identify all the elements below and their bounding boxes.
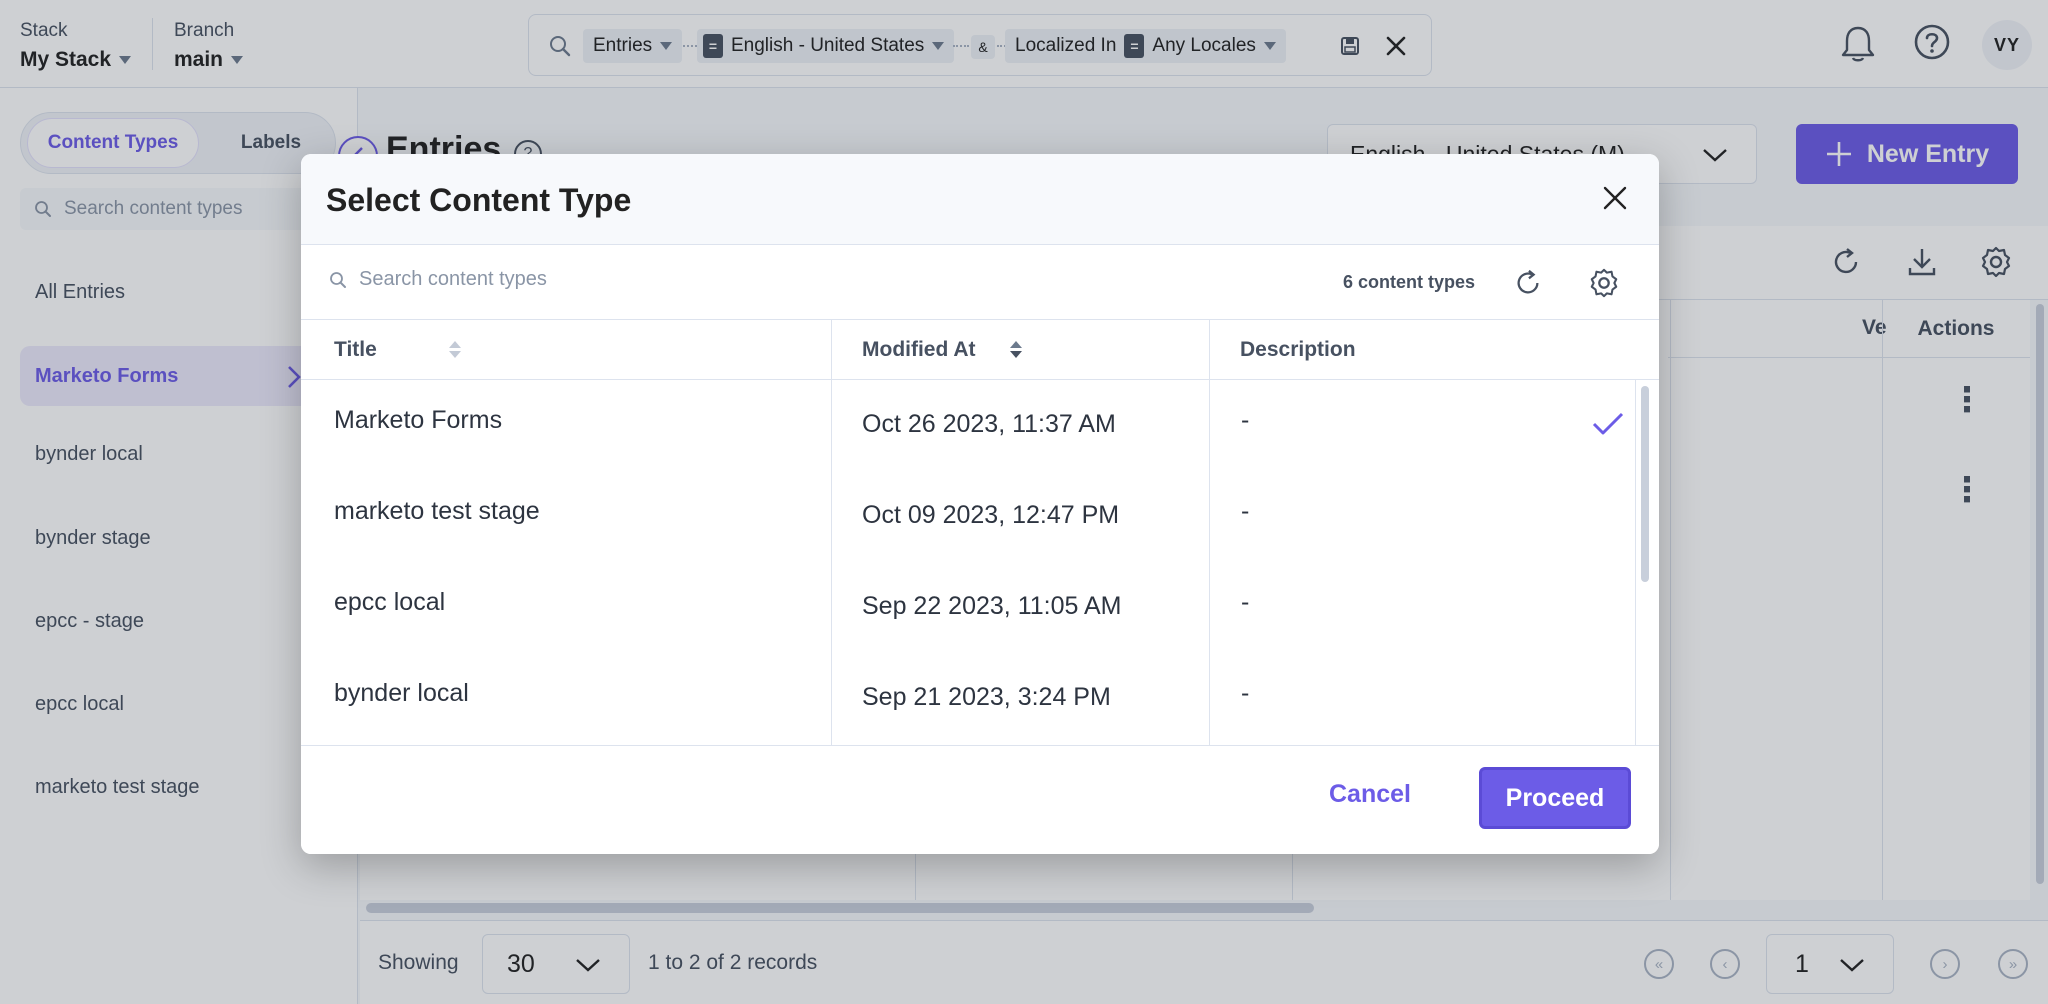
modal-vertical-scrollbar[interactable]	[1641, 386, 1649, 582]
table-row[interactable]: bynder local Sep 21 2023, 3:24 PM -	[301, 653, 1637, 744]
close-icon[interactable]	[1599, 182, 1631, 214]
table-row[interactable]: marketo test stage Oct 09 2023, 12:47 PM…	[301, 471, 1637, 562]
select-content-type-modal: Select Content Type Search content types…	[301, 154, 1659, 854]
column-title-label: Title	[334, 337, 377, 361]
sort-descending-icon	[1009, 341, 1022, 358]
modal-title: Select Content Type	[326, 182, 632, 218]
column-header-title[interactable]: Title	[301, 320, 831, 380]
row-description: -	[1241, 406, 1250, 434]
row-description: -	[1241, 497, 1250, 525]
column-header-modified-at[interactable]: Modified At	[831, 320, 1209, 380]
content-type-count: 6 content types	[1343, 272, 1476, 292]
table-row[interactable]: epcc local Sep 22 2023, 11:05 AM -	[301, 562, 1637, 653]
modal-footer: Cancel Proceed	[301, 745, 1659, 854]
modal-header: Select Content Type	[301, 154, 1659, 245]
row-modified-at: Sep 21 2023, 3:24 PM	[862, 683, 1111, 711]
modal-search-row: Search content types 6 content types	[301, 246, 1659, 320]
modal-search-placeholder: Search content types	[359, 268, 547, 290]
row-modified-at: Oct 09 2023, 12:47 PM	[862, 501, 1120, 529]
column-modified-at-label: Modified At	[862, 337, 976, 361]
checkmark-icon	[1592, 412, 1624, 435]
modal-search-input[interactable]: Search content types	[329, 268, 547, 291]
column-description-label: Description	[1240, 337, 1356, 361]
row-modified-at: Oct 26 2023, 11:37 AM	[862, 410, 1116, 438]
table-row[interactable]: Marketo Forms Oct 26 2023, 11:37 AM -	[301, 380, 1637, 471]
search-icon	[330, 271, 346, 288]
cancel-button[interactable]: Cancel	[1329, 780, 1411, 809]
row-title: epcc local	[334, 588, 446, 616]
row-title: bynder local	[334, 679, 469, 707]
row-description: -	[1241, 588, 1250, 616]
column-header-description[interactable]: Description	[1209, 320, 1659, 380]
row-description: -	[1241, 679, 1250, 707]
row-title: marketo test stage	[334, 497, 540, 525]
row-title: Marketo Forms	[334, 406, 503, 434]
sort-icon	[448, 341, 461, 358]
refresh-icon[interactable]	[1511, 266, 1545, 300]
proceed-button[interactable]: Proceed	[1479, 767, 1631, 829]
row-modified-at: Sep 22 2023, 11:05 AM	[862, 592, 1122, 620]
settings-icon[interactable]	[1587, 266, 1621, 300]
